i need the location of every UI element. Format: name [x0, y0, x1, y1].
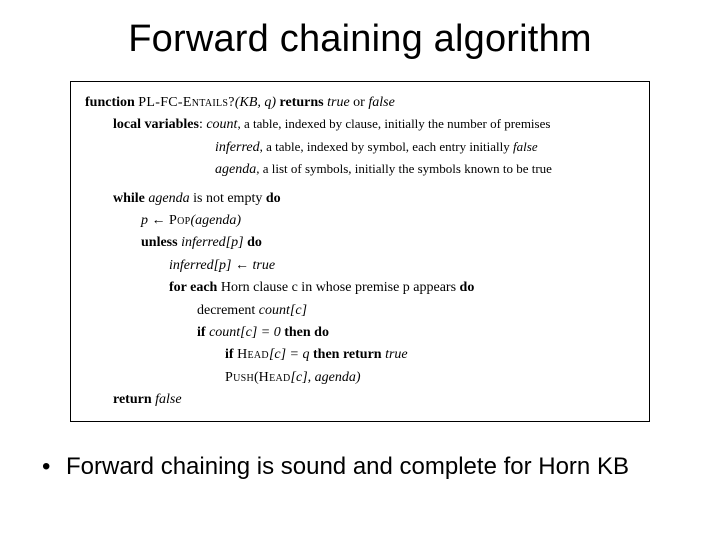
lv-inferred-desc: , a table, indexed by symbol, each entry…: [260, 139, 513, 154]
algo-pop: p ← Pop(agenda): [85, 210, 635, 232]
kw-while: while: [113, 191, 145, 206]
while-notempty: is not empty: [190, 191, 266, 206]
kw-unless: unless: [141, 235, 178, 250]
algo-foreach: for each Horn clause c in whose premise …: [85, 277, 635, 299]
algo-while: while agenda is not empty do: [85, 188, 635, 210]
ret-true: true: [327, 95, 350, 110]
lv-inferred-name: inferred: [215, 140, 260, 155]
while-agenda: agenda: [148, 191, 189, 206]
kw-then-return: then return: [313, 347, 382, 362]
kw-then-do: then do: [284, 325, 329, 340]
lv-count-desc: , a table, indexed by clause, initially …: [237, 116, 550, 131]
kw-localvars: local variables: [113, 117, 199, 132]
algo-localvars-inferred: inferred, a table, indexed by symbol, ea…: [85, 137, 635, 159]
fn-name: PL-FC-Entails?: [138, 95, 235, 110]
algo-return-false: return false: [85, 389, 635, 411]
push-rest: [c], agenda): [291, 370, 361, 385]
pop-args: (agenda): [190, 213, 241, 228]
lv-count-name: count: [206, 117, 237, 132]
pop-fn: Pop: [169, 213, 190, 228]
kw-function: function: [85, 95, 135, 110]
algo-if-head: if Head[c] = q then return true: [85, 344, 635, 366]
headc-q-rest: [c] = q: [269, 347, 313, 362]
kw-returns: returns: [280, 95, 324, 110]
head-sc-1: Head: [237, 347, 269, 362]
if-count-cond: count[c] = 0: [206, 325, 285, 340]
algo-localvars-agenda: agenda, a list of symbols, initially the…: [85, 159, 635, 181]
foreach-line: Horn clause c in whose premise p appears: [217, 280, 459, 295]
push-fn: Push: [225, 370, 254, 385]
algo-if-count: if count[c] = 0 then do: [85, 322, 635, 344]
pop-assign: ←: [148, 213, 169, 228]
algorithm-box: function PL-FC-Entails?(KB, q) returns t…: [70, 81, 650, 422]
ret-or: or: [353, 95, 365, 110]
kw-return: return: [113, 392, 152, 407]
lv-agenda-desc: , a list of symbols, initially the symbo…: [256, 161, 552, 176]
algo-unless: unless inferred[p] do: [85, 232, 635, 254]
kw-unless-do: do: [247, 235, 262, 250]
return-false-word: false: [152, 392, 182, 407]
kw-do: do: [266, 191, 281, 206]
kw-if-1: if: [197, 325, 206, 340]
kw-foreach-do: do: [460, 280, 475, 295]
algo-localvars-count: local variables: count, a table, indexed…: [85, 114, 635, 136]
algo-signature: function PL-FC-Entails?(KB, q) returns t…: [85, 92, 635, 114]
bullet-item: • Forward chaining is sound and complete…: [40, 452, 680, 482]
decrement-word: decrement: [197, 303, 259, 318]
unless-cond: inferred[p]: [178, 235, 247, 250]
ret-false: false: [368, 95, 394, 110]
slide: Forward chaining algorithm function PL-F…: [0, 0, 720, 540]
algo-push: Push(Head[c], agenda): [85, 367, 635, 389]
slide-title: Forward chaining algorithm: [0, 0, 720, 71]
push-head: Head: [259, 370, 291, 385]
fn-args: (KB, q): [235, 95, 276, 110]
kw-if-2: if: [225, 347, 234, 362]
pop-p: p: [141, 213, 148, 228]
algo-decrement: decrement count[c]: [85, 300, 635, 322]
lv-inferred-false: false: [513, 139, 538, 154]
return-true: true: [382, 347, 408, 362]
bullet-list: • Forward chaining is sound and complete…: [40, 452, 680, 482]
kw-foreach: for each: [169, 280, 217, 295]
bullet-text: Forward chaining is sound and complete f…: [66, 452, 680, 482]
decrement-countc: count[c]: [259, 303, 307, 318]
bullet-dot-icon: •: [40, 452, 66, 482]
lv-agenda-name: agenda: [215, 162, 256, 177]
algo-inferred-assign: inferred[p] ← true: [85, 255, 635, 277]
